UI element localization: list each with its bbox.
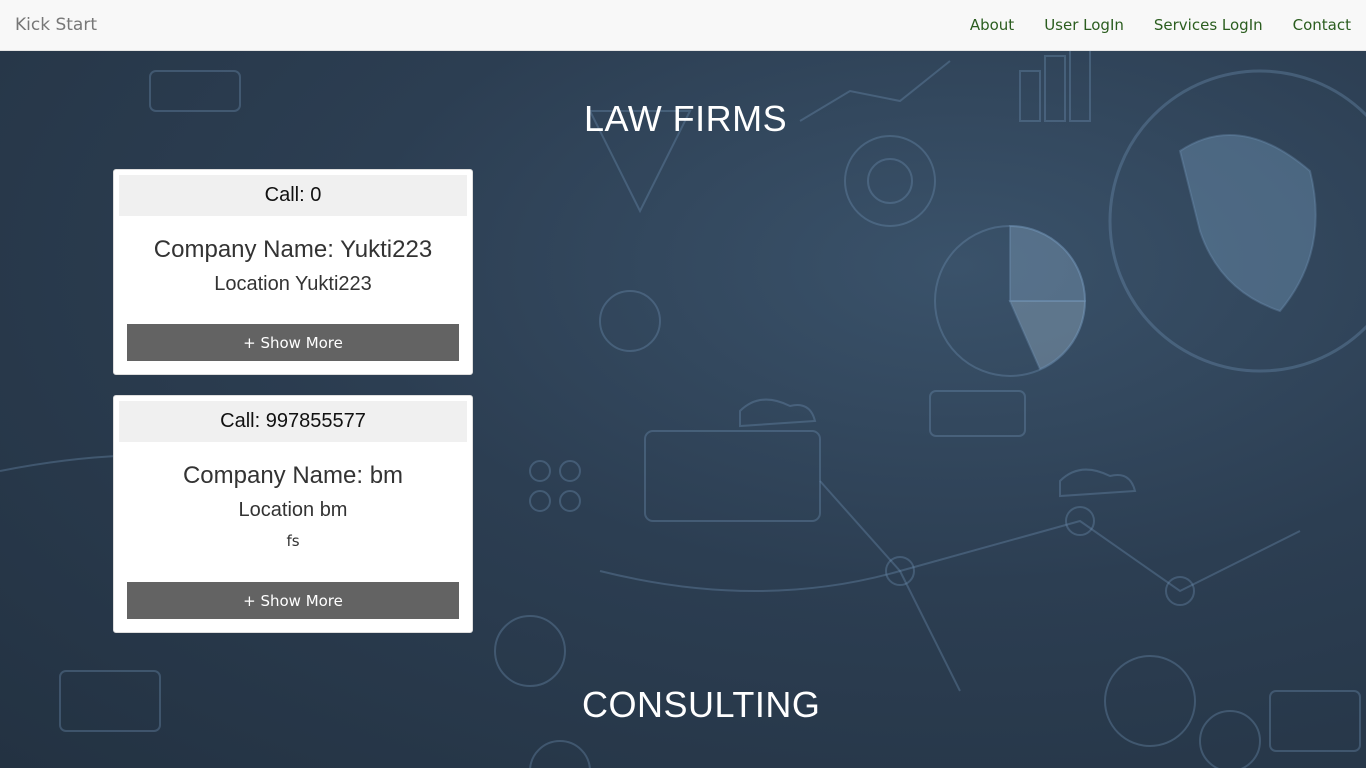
card-call-header: Call: 0 — [119, 175, 467, 216]
law-firms-heading: LAW FIRMS — [584, 98, 788, 139]
top-navbar: Kick Start About User LogIn Services Log… — [0, 0, 1366, 51]
company-location: Location Yukti223 — [214, 273, 372, 295]
nav-contact-link[interactable]: Contact — [1293, 16, 1351, 34]
show-more-button[interactable]: + Show More — [127, 324, 459, 361]
brand-link[interactable]: Kick Start — [15, 15, 97, 35]
company-card: Call: 997855577 Company Name: bm Locatio… — [113, 395, 473, 633]
company-card: Call: 0 Company Name: Yukti223 Location … — [113, 169, 473, 375]
nav-links: About User LogIn Services LogIn Contact — [940, 16, 1351, 34]
card-body: Company Name: Yukti223 Location Yukti223 — [119, 216, 467, 324]
nav-user-login-link[interactable]: User LogIn — [1044, 16, 1124, 34]
nav-about-link[interactable]: About — [970, 16, 1014, 34]
nav-services-login-link[interactable]: Services LogIn — [1154, 16, 1263, 34]
company-name: Company Name: Yukti223 — [153, 236, 433, 263]
card-body: Company Name: bm Location bm fs — [119, 442, 467, 582]
card-call-header: Call: 997855577 — [119, 401, 467, 442]
company-location: Location bm — [238, 499, 348, 521]
show-more-button[interactable]: + Show More — [127, 582, 459, 619]
consulting-heading: CONSULTING — [582, 684, 821, 725]
company-description: fs — [286, 532, 300, 550]
company-name: Company Name: bm — [182, 462, 404, 489]
